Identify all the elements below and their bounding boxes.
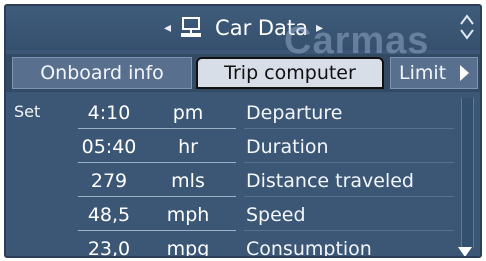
title-bar: ◂ Car Data ▸ Carmas (6, 6, 480, 62)
consumption-unit: mpg (166, 238, 210, 258)
tab-limit[interactable]: Limit (390, 57, 478, 89)
trip-row-distance[interactable]: 279 mls Distance traveled (6, 164, 480, 198)
trip-row-speed[interactable]: 48,5 mph Speed (6, 198, 480, 232)
tab-limit-label: Limit (399, 62, 447, 84)
page-title: Car Data (215, 16, 309, 40)
trip-computer-panel: Set 4:10 pm Departure 05:40 hr Duration … (6, 92, 480, 258)
distance-label: Distance traveled (246, 170, 414, 192)
speed-rowline (244, 230, 454, 231)
consumption-label: Consumption (246, 238, 372, 258)
scrollbar[interactable] (461, 98, 474, 248)
duration-rowline (244, 162, 454, 163)
car-data-screen: ◂ Car Data ▸ Carmas Onboard info Trip co… (4, 4, 482, 258)
trip-row-consumption[interactable]: 23,0 mpg Consumption (6, 232, 480, 258)
speed-label: Speed (246, 204, 306, 226)
speed-divider (78, 230, 236, 231)
tab-trip-computer[interactable]: Trip computer (196, 57, 384, 89)
tab-bar: Onboard info Trip computer Limit (6, 54, 480, 92)
distance-unit: mls (171, 170, 205, 192)
right-arrow-icon[interactable]: ▸ (316, 21, 323, 35)
left-arrow-icon[interactable]: ◂ (164, 21, 171, 35)
speed-value: 48,5 (87, 204, 131, 226)
tab-onboard-info[interactable]: Onboard info (12, 57, 192, 89)
duration-label: Duration (246, 136, 329, 158)
distance-divider (78, 196, 236, 197)
departure-value: 4:10 (87, 102, 131, 124)
trip-row-duration[interactable]: 05:40 hr Duration (6, 130, 480, 164)
down-arrow-icon[interactable] (458, 247, 472, 256)
duration-value: 05:40 (81, 136, 137, 158)
departure-unit: pm (172, 102, 204, 124)
duration-divider (78, 162, 236, 163)
monitor-icon (181, 17, 202, 37)
departure-divider (78, 128, 236, 129)
title-group: ◂ Car Data ▸ (156, 14, 331, 42)
consumption-value: 23,0 (87, 238, 131, 258)
distance-value: 279 (90, 170, 128, 192)
scroll-updown-icon[interactable] (458, 12, 476, 42)
speed-unit: mph (166, 204, 210, 226)
trip-row-departure[interactable]: 4:10 pm Departure (6, 96, 480, 130)
departure-label: Departure (246, 102, 343, 124)
departure-rowline (244, 128, 454, 129)
distance-rowline (244, 196, 454, 197)
next-tab-arrow-icon[interactable] (460, 65, 469, 81)
duration-unit: hr (178, 136, 198, 158)
